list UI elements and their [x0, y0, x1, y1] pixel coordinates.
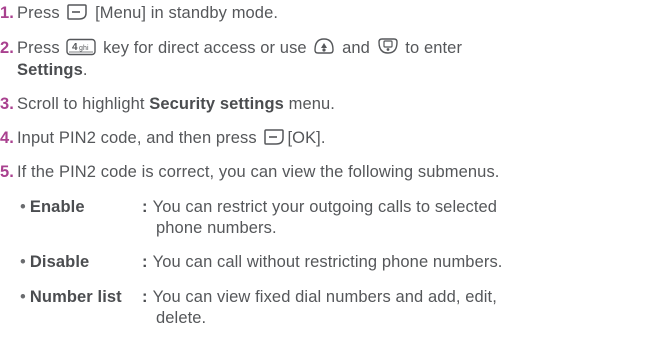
- navigation-key-icon: [313, 36, 335, 62]
- step-text-and: and: [342, 39, 370, 57]
- step-text-end: [OK].: [287, 129, 326, 147]
- submenu-description-cont: delete.: [156, 309, 207, 327]
- submenu-term: Enable: [29, 198, 85, 216]
- step-text-end: to enter: [405, 39, 463, 57]
- step-text: Scroll to highlight: [17, 95, 145, 113]
- select-key-icon: [377, 36, 399, 62]
- step-number: 2.: [0, 39, 14, 57]
- bullet: •: [20, 253, 26, 271]
- separator-colon: :: [142, 288, 148, 306]
- step-3: 3. Scroll to highlight Security settings …: [0, 93, 335, 115]
- period: .: [82, 61, 88, 79]
- submenu-enable: • Enable: [20, 197, 85, 218]
- submenu-term: Disable: [29, 253, 90, 271]
- submenu-description: You can view fixed dial numbers and add,…: [152, 288, 497, 306]
- separator-colon: :: [142, 253, 148, 271]
- submenu-number-list-desc: : You can view fixed dial numbers and add…: [142, 287, 497, 308]
- submenu-number-list: • Number list: [20, 287, 122, 308]
- svg-text:4: 4: [72, 42, 78, 53]
- step-1: 1. Press [Menu] in standby mode.: [0, 2, 278, 27]
- separator-colon: :: [142, 198, 148, 216]
- submenu-disable-desc: : You can call without restricting phone …: [142, 252, 502, 273]
- step-number: 5.: [0, 163, 14, 181]
- step-5: 5. If the PIN2 code is correct, you can v…: [0, 161, 500, 183]
- step-number: 3.: [0, 95, 14, 113]
- submenu-description: You can restrict your outgoing calls to …: [152, 198, 498, 216]
- step-4: 4. Input PIN2 code, and then press [OK].: [0, 127, 326, 152]
- bullet: •: [20, 288, 26, 306]
- step-2-continuation: Settings.: [17, 59, 88, 81]
- step-number: 1.: [0, 4, 14, 22]
- menu-name-security-settings: Security settings: [149, 95, 284, 113]
- step-number: 4.: [0, 129, 14, 147]
- menu-name-settings: Settings: [17, 61, 83, 79]
- bullet: •: [20, 198, 26, 216]
- submenu-term: Number list: [29, 288, 122, 306]
- submenu-enable-desc: : You can restrict your outgoing calls to…: [142, 197, 497, 218]
- submenu-enable-desc-line2: phone numbers.: [156, 218, 277, 239]
- step-text-mid: key for direct access or use: [103, 39, 307, 57]
- step-text: Press: [17, 39, 60, 57]
- svg-text:ghi: ghi: [79, 45, 89, 52]
- soft-key-left-icon: [263, 128, 285, 152]
- submenu-number-list-desc-line2: delete.: [156, 308, 206, 329]
- step-text: If the PIN2 code is correct, you can vie…: [17, 163, 500, 181]
- step-text: Input PIN2 code, and then press: [17, 129, 257, 147]
- submenu-description-cont: phone numbers.: [156, 219, 277, 237]
- submenu-description: You can call without restricting phone n…: [152, 253, 503, 271]
- submenu-disable: • Disable: [20, 252, 89, 273]
- step-text: Press: [17, 4, 60, 22]
- step-text-end: menu.: [288, 95, 335, 113]
- soft-key-left-icon: [66, 3, 88, 27]
- step-text-end: [Menu] in standby mode.: [95, 4, 279, 22]
